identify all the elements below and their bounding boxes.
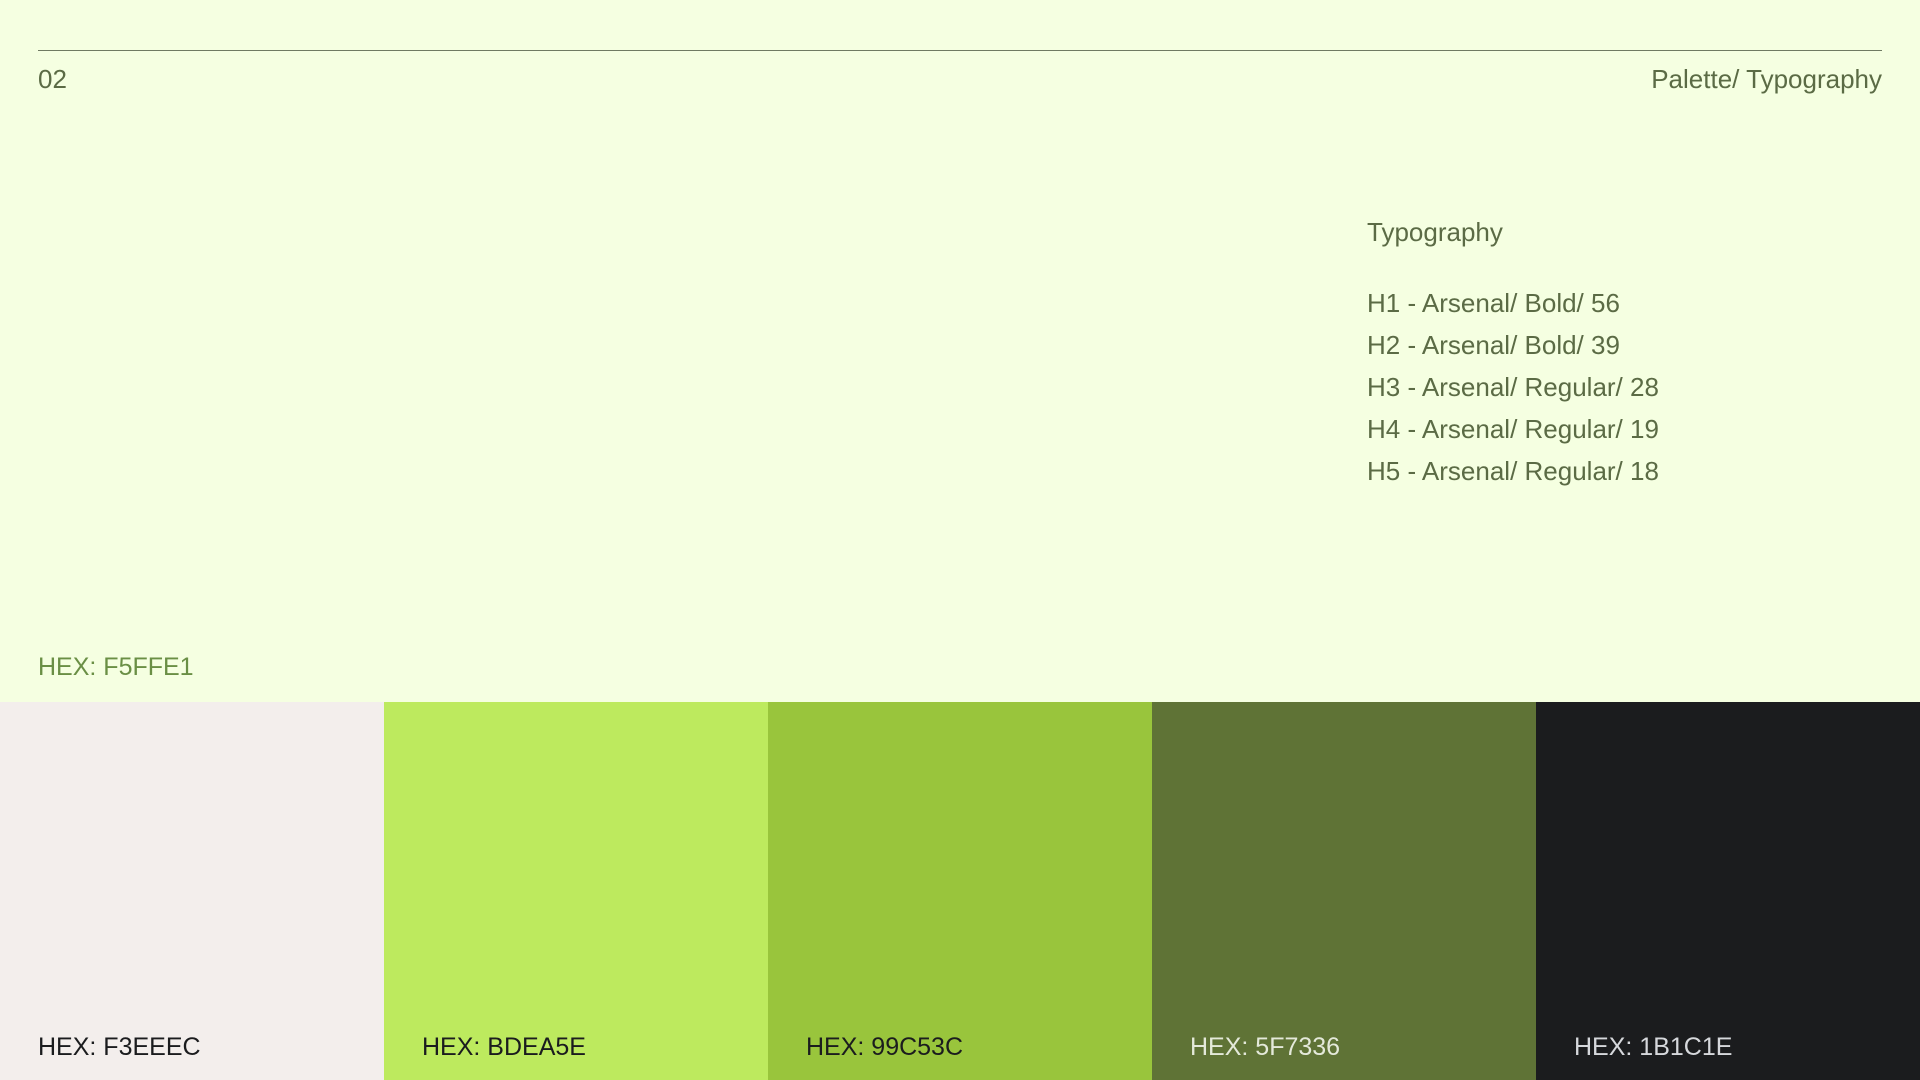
typography-item-h2: H2 - Arsenal/ Bold/ 39 [1367,330,1620,360]
typography-list: H1 - Arsenal/ Bold/ 56 H2 - Arsenal/ Bol… [1367,282,1867,492]
swatch-1b1c1e: HEX: 1B1C1E [1536,702,1920,1080]
swatch-label: HEX: 99C53C [806,1033,964,1061]
header-divider [38,50,1882,51]
typography-item-h1: H1 - Arsenal/ Bold/ 56 [1367,288,1620,318]
swatch-bdea5e: HEX: BDEA5E [384,702,768,1080]
typography-heading: Typography [1367,217,1503,247]
page-number: 02 [38,64,67,94]
swatch-5f7336: HEX: 5F7336 [1152,702,1536,1080]
background-hex-label: HEX: F5FFE1 [38,653,194,681]
typography-item-h5: H5 - Arsenal/ Regular/ 18 [1367,456,1659,486]
swatch-label: HEX: 5F7336 [1190,1033,1341,1061]
swatch-f3eeec: HEX: F3EEEC [0,702,384,1080]
swatch-99c53c: HEX: 99C53C [768,702,1152,1080]
swatch-label: HEX: F3EEEC [38,1033,201,1061]
typography-item-h4: H4 - Arsenal/ Regular/ 19 [1367,414,1659,444]
section-title: Palette/ Typography [1651,64,1882,94]
typography-spec: Typography H1 - Arsenal/ Bold/ 56 H2 - A… [1367,216,1867,492]
swatch-label: HEX: 1B1C1E [1574,1033,1733,1061]
typography-item-h3: H3 - Arsenal/ Regular/ 28 [1367,372,1659,402]
color-palette: HEX: F3EEEC HEX: BDEA5E HEX: 99C53C HEX:… [0,702,1920,1080]
swatch-label: HEX: BDEA5E [422,1033,586,1061]
